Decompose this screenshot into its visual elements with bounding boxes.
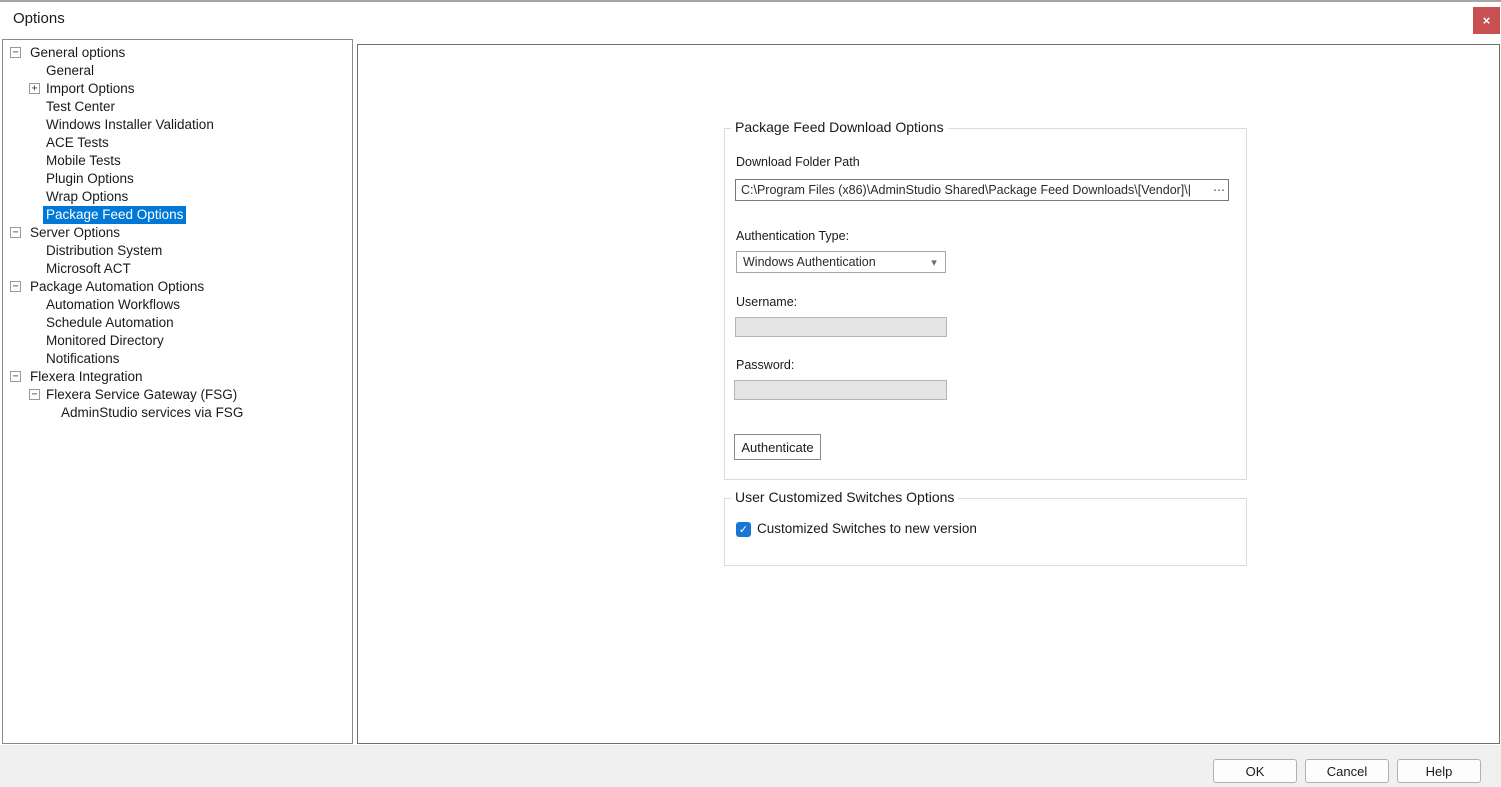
group-title: Package Feed Download Options xyxy=(731,119,948,135)
tree-item[interactable]: AdminStudio services via FSG xyxy=(3,404,352,422)
tree-item-label: Schedule Automation xyxy=(43,314,177,332)
authenticate-button[interactable]: Authenticate xyxy=(734,434,821,460)
options-content-panel: Package Feed Download Options Download F… xyxy=(357,44,1500,744)
tree-item[interactable]: Plugin Options xyxy=(3,170,352,188)
ok-button[interactable]: OK xyxy=(1213,759,1297,783)
tree-item-label: ACE Tests xyxy=(43,134,112,152)
window-title: Options xyxy=(13,10,65,27)
tree-item-label: Plugin Options xyxy=(43,170,137,188)
group-title: User Customized Switches Options xyxy=(731,489,958,505)
customized-switches-checkbox[interactable]: ✓ xyxy=(736,522,751,537)
tree-item[interactable]: Package Feed Options xyxy=(3,206,352,224)
password-label: Password: xyxy=(736,358,794,372)
tree-item[interactable]: Distribution System xyxy=(3,242,352,260)
tree-item[interactable]: Notifications xyxy=(3,350,352,368)
customized-switches-checkbox-label: Customized Switches to new version xyxy=(757,521,977,536)
authentication-type-label: Authentication Type: xyxy=(736,229,849,243)
tree-item[interactable]: −Flexera Integration xyxy=(3,368,352,386)
tree-item-label: Wrap Options xyxy=(43,188,131,206)
tree-item-label: Distribution System xyxy=(43,242,165,260)
title-bar: Options xyxy=(0,2,1501,39)
collapse-icon[interactable]: − xyxy=(10,281,21,292)
tree-item-label: Windows Installer Validation xyxy=(43,116,217,134)
tree-item-label: Notifications xyxy=(43,350,123,368)
tree-item-label: Microsoft ACT xyxy=(43,260,134,278)
tree-item[interactable]: Test Center xyxy=(3,98,352,116)
chevron-down-icon: ▾ xyxy=(923,256,945,269)
collapse-icon[interactable]: − xyxy=(29,389,40,400)
username-field[interactable] xyxy=(735,317,947,337)
collapse-icon[interactable]: − xyxy=(10,371,21,382)
help-button[interactable]: Help xyxy=(1397,759,1481,783)
checkmark-icon: ✓ xyxy=(739,523,748,536)
tree-item[interactable]: +Import Options xyxy=(3,80,352,98)
close-button[interactable]: × xyxy=(1473,7,1500,34)
tree-item[interactable]: General xyxy=(3,62,352,80)
tree-item[interactable]: −Server Options xyxy=(3,224,352,242)
user-customized-switches-options-group: User Customized Switches Options ✓ Custo… xyxy=(724,498,1247,566)
authentication-type-value: Windows Authentication xyxy=(737,255,923,269)
authentication-type-dropdown[interactable]: Windows Authentication ▾ xyxy=(736,251,946,273)
collapse-icon[interactable]: − xyxy=(10,47,21,58)
tree-item[interactable]: Windows Installer Validation xyxy=(3,116,352,134)
tree-item-label: Package Feed Options xyxy=(43,206,186,224)
download-folder-path-field[interactable]: C:\Program Files (x86)\AdminStudio Share… xyxy=(735,179,1229,201)
tree-item-label: Package Automation Options xyxy=(27,278,207,296)
tree-item-label: Automation Workflows xyxy=(43,296,183,314)
tree-item-label: Monitored Directory xyxy=(43,332,167,350)
expand-icon[interactable]: + xyxy=(29,83,40,94)
tree-item[interactable]: −General options xyxy=(3,44,352,62)
tree-item-label: Mobile Tests xyxy=(43,152,124,170)
tree-item[interactable]: ACE Tests xyxy=(3,134,352,152)
tree-item[interactable]: −Package Automation Options xyxy=(3,278,352,296)
download-folder-path-value: C:\Program Files (x86)\AdminStudio Share… xyxy=(736,183,1210,197)
collapse-icon[interactable]: − xyxy=(10,227,21,238)
password-field[interactable] xyxy=(734,380,947,400)
options-tree: −General optionsGeneral+Import OptionsTe… xyxy=(2,39,353,744)
cancel-button[interactable]: Cancel xyxy=(1305,759,1389,783)
tree-item-label: Test Center xyxy=(43,98,118,116)
tree-item[interactable]: Monitored Directory xyxy=(3,332,352,350)
tree-item-label: Flexera Service Gateway (FSG) xyxy=(43,386,240,404)
browse-ellipsis-icon[interactable]: ⋯ xyxy=(1210,183,1228,197)
download-folder-path-label: Download Folder Path xyxy=(736,155,860,169)
tree-item[interactable]: Mobile Tests xyxy=(3,152,352,170)
tree-item-label: General options xyxy=(27,44,128,62)
tree-item-label: Flexera Integration xyxy=(27,368,146,386)
tree-item-label: General xyxy=(43,62,97,80)
close-icon: × xyxy=(1483,13,1491,28)
tree-item-label: AdminStudio services via FSG xyxy=(58,404,246,422)
dialog-footer: OK Cancel Help xyxy=(0,745,1501,787)
tree-item[interactable]: −Flexera Service Gateway (FSG) xyxy=(3,386,352,404)
tree-item[interactable]: Microsoft ACT xyxy=(3,260,352,278)
tree-item[interactable]: Schedule Automation xyxy=(3,314,352,332)
tree-item[interactable]: Wrap Options xyxy=(3,188,352,206)
tree-item-label: Server Options xyxy=(27,224,123,242)
username-label: Username: xyxy=(736,295,797,309)
tree-item[interactable]: Automation Workflows xyxy=(3,296,352,314)
package-feed-download-options-group: Package Feed Download Options Download F… xyxy=(724,128,1247,480)
tree-item-label: Import Options xyxy=(43,80,138,98)
